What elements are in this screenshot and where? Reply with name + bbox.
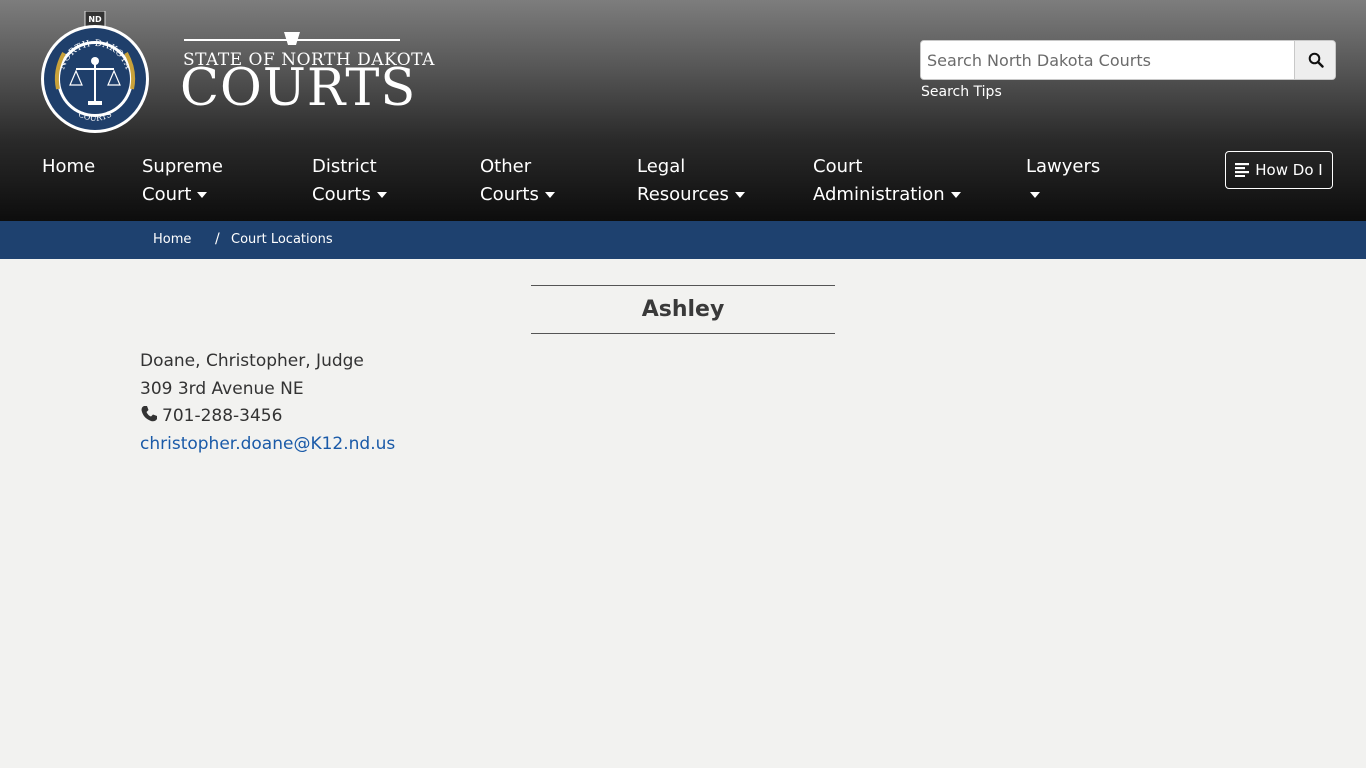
- nav-other-courts-label-1: Other: [480, 156, 532, 177]
- caret-down-icon: [950, 192, 961, 198]
- search-tips-link[interactable]: Search Tips: [921, 84, 1002, 100]
- nav-other-courts-label-2: Courts: [480, 184, 539, 205]
- nav-lawyers[interactable]: Lawyers: [1026, 153, 1100, 209]
- nav-district-courts-label-1: District: [312, 156, 377, 177]
- page-title-container: Ashley: [531, 285, 835, 334]
- nav-home[interactable]: Home: [42, 153, 95, 181]
- nav-supreme-court[interactable]: Supreme Court: [142, 153, 223, 209]
- nav-supreme-court-label-1: Supreme: [142, 156, 223, 177]
- contact-phone: 701-288-3456: [162, 406, 283, 426]
- nav-court-administration-label-1: Court: [813, 156, 863, 177]
- how-do-i-button[interactable]: How Do I: [1225, 151, 1333, 189]
- nav-legal-resources-label-1: Legal: [637, 156, 686, 177]
- nav-district-courts[interactable]: District Courts: [312, 153, 387, 209]
- page-title: Ashley: [641, 297, 725, 322]
- phone-icon: [141, 406, 157, 422]
- caret-down-icon: [376, 192, 387, 198]
- contact-email-link[interactable]: christopher.doane@K12.nd.us: [140, 434, 395, 454]
- search-button[interactable]: [1294, 41, 1335, 79]
- search-icon: [1308, 52, 1324, 68]
- nav-lawyers-label: Lawyers: [1026, 156, 1101, 177]
- site-wordmark[interactable]: STATE OF NORTH DAKOTA COURTS: [180, 30, 434, 118]
- svg-text:ND: ND: [88, 15, 102, 24]
- nav-other-courts[interactable]: Other Courts: [480, 153, 555, 209]
- nav-district-courts-label-2: Courts: [312, 184, 371, 205]
- caret-down-icon: [197, 192, 208, 198]
- caret-down-icon: [544, 192, 555, 198]
- site-header: ND NORTH DAKOTA COURTS STATE OF NORTH DA…: [0, 0, 1366, 221]
- nav-legal-resources-label-2: Resources: [637, 184, 729, 205]
- nav-supreme-court-label-2: Court: [142, 184, 192, 205]
- search-box: [920, 40, 1336, 80]
- wordmark-courts-line: COURTS: [180, 59, 417, 118]
- nav-home-label: Home: [42, 156, 96, 177]
- nav-court-administration-label-2: Administration: [813, 184, 945, 205]
- wordmark-capitol-rule-icon: [184, 32, 400, 45]
- breadcrumb: Home / Court Locations: [0, 221, 1366, 259]
- nav-court-administration[interactable]: Court Administration: [813, 153, 961, 209]
- how-do-i-label: How Do I: [1255, 161, 1323, 179]
- contact-address: 309 3rd Avenue NE: [140, 378, 304, 399]
- breadcrumb-home-link[interactable]: Home: [153, 232, 191, 247]
- align-left-icon: [1235, 163, 1250, 177]
- breadcrumb-current: Court Locations: [231, 232, 333, 247]
- contact-card: Doane, Christopher, Judge 309 3rd Avenue…: [140, 348, 395, 458]
- breadcrumb-separator: /: [215, 231, 220, 247]
- nav-legal-resources[interactable]: Legal Resources: [637, 153, 745, 209]
- north-dakota-courts-seal-logo[interactable]: ND NORTH DAKOTA COURTS: [38, 11, 152, 135]
- caret-down-icon: [1030, 192, 1040, 198]
- search-input[interactable]: [921, 41, 1294, 79]
- caret-down-icon: [734, 192, 745, 198]
- contact-phone-row: 701-288-3456: [140, 403, 395, 431]
- contact-name: Doane, Christopher, Judge: [140, 351, 364, 371]
